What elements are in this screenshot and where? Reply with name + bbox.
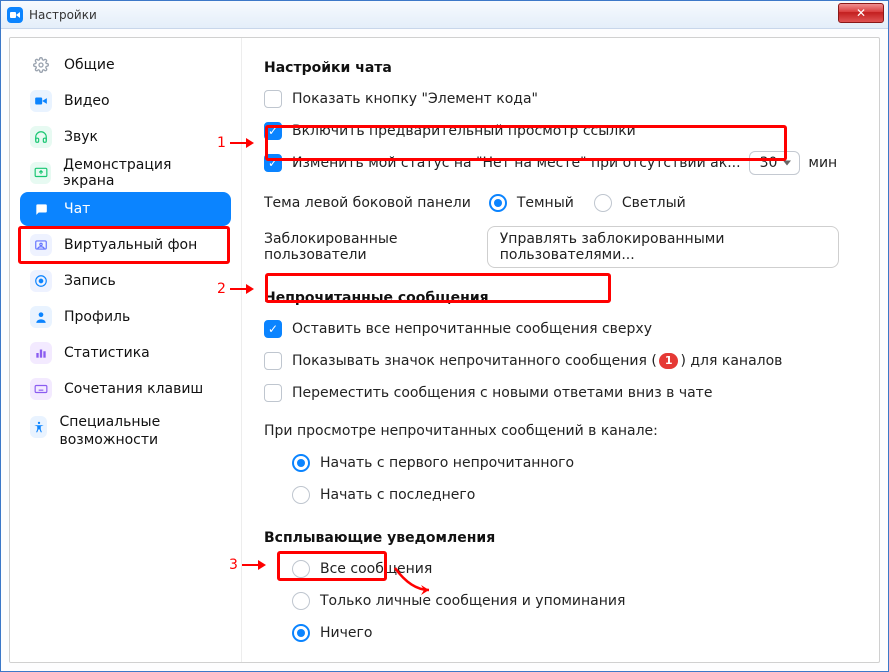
section-chat-settings: Настройки чата [264, 60, 839, 76]
virtual-bg-icon [30, 234, 52, 256]
sidebar-item-label: Чат [64, 201, 90, 217]
sidebar-item-shortcuts[interactable]: Сочетания клавиш [20, 372, 231, 406]
video-icon [30, 90, 52, 112]
headphones-icon [30, 126, 52, 148]
chat-icon [30, 198, 52, 220]
label-unread-badge-pre: Показывать значок непрочитанного сообщен… [292, 353, 657, 369]
sidebar-item-virtual-bg[interactable]: Виртуальный фон [20, 228, 231, 262]
label-notif-none: Ничего [320, 625, 372, 641]
window-title: Настройки [29, 8, 97, 22]
close-icon: ✕ [856, 6, 866, 20]
annotation-box-2 [265, 273, 611, 303]
label-notif-mentions: Только личные сообщения и упоминания [320, 593, 625, 609]
sidebar-item-label: Сочетания клавиш [64, 381, 203, 397]
sidebar-item-video[interactable]: Видео [20, 84, 231, 118]
app-icon [7, 7, 23, 23]
share-screen-icon [30, 162, 51, 184]
label-show-code: Показать кнопку "Элемент кода" [292, 91, 538, 107]
sidebar-item-profile[interactable]: Профиль [20, 300, 231, 334]
annotation-box-3 [277, 551, 387, 581]
radio-start-first-unread[interactable] [292, 454, 310, 472]
label-theme-dark: Темный [517, 195, 574, 211]
label-unread-badge-post: ) для каналов [680, 353, 782, 369]
sidebar-item-audio[interactable]: Звук [20, 120, 231, 154]
label-start-first-unread: Начать с первого непрочитанного [320, 455, 574, 471]
sidebar-item-statistics[interactable]: Статистика [20, 336, 231, 370]
checkbox-move-replied[interactable] [264, 384, 282, 402]
sidebar-item-label: Статистика [64, 345, 150, 361]
sidebar-item-accessibility[interactable]: Специальные возможности [20, 408, 231, 455]
sidebar-item-label: Профиль [64, 309, 130, 325]
sidebar-item-label: Общие [64, 57, 115, 73]
manage-blocked-button[interactable]: Управлять заблокированными пользователям… [487, 226, 839, 268]
sidebar-item-label: Демонстрация экрана [63, 157, 221, 189]
radio-theme-light[interactable] [594, 194, 612, 212]
checkbox-show-code[interactable] [264, 90, 282, 108]
checkbox-show-unread-badge[interactable] [264, 352, 282, 370]
sidebar: Общие Видео Звук Демонстрация экрана Чат… [10, 38, 242, 662]
label-move-replied: Переместить сообщения с новыми ответами … [292, 385, 712, 401]
sidebar-item-label: Звук [64, 129, 98, 145]
radio-notif-mentions[interactable] [292, 592, 310, 610]
section-notifications: Всплывающие уведомления [264, 530, 839, 546]
radio-notif-none[interactable] [292, 624, 310, 642]
record-icon [30, 270, 52, 292]
label-theme-light: Светлый [622, 195, 686, 211]
stats-icon [30, 342, 52, 364]
radio-start-last[interactable] [292, 486, 310, 504]
unread-badge: 1 [659, 353, 679, 369]
radio-theme-dark[interactable] [489, 194, 507, 212]
profile-icon [30, 306, 52, 328]
sidebar-item-general[interactable]: Общие [20, 48, 231, 82]
accessibility-icon [30, 416, 47, 438]
sidebar-item-label: Запись [64, 273, 116, 289]
label-start-last: Начать с последнего [320, 487, 475, 503]
gear-icon [30, 54, 52, 76]
label-channel-unread: При просмотре непрочитанных сообщений в … [264, 423, 658, 439]
label-blocked-users: Заблокированные пользователи [264, 231, 480, 263]
checkbox-keep-unread-top[interactable] [264, 320, 282, 338]
sidebar-item-chat[interactable]: Чат [20, 192, 231, 226]
sidebar-item-recording[interactable]: Запись [20, 264, 231, 298]
label-minutes-unit: мин [808, 155, 837, 171]
annotation-box-1 [265, 125, 787, 161]
keyboard-icon [30, 378, 52, 400]
sidebar-item-label: Видео [64, 93, 110, 109]
titlebar: Настройки ✕ [1, 1, 888, 29]
close-button[interactable]: ✕ [838, 3, 884, 23]
sidebar-item-label: Специальные возможности [59, 414, 221, 449]
sidebar-item-label: Виртуальный фон [64, 237, 197, 253]
label-keep-unread-top: Оставить все непрочитанные сообщения све… [292, 321, 652, 337]
sidebar-item-share-screen[interactable]: Демонстрация экрана [20, 156, 231, 190]
label-theme: Тема левой боковой панели [264, 195, 471, 211]
